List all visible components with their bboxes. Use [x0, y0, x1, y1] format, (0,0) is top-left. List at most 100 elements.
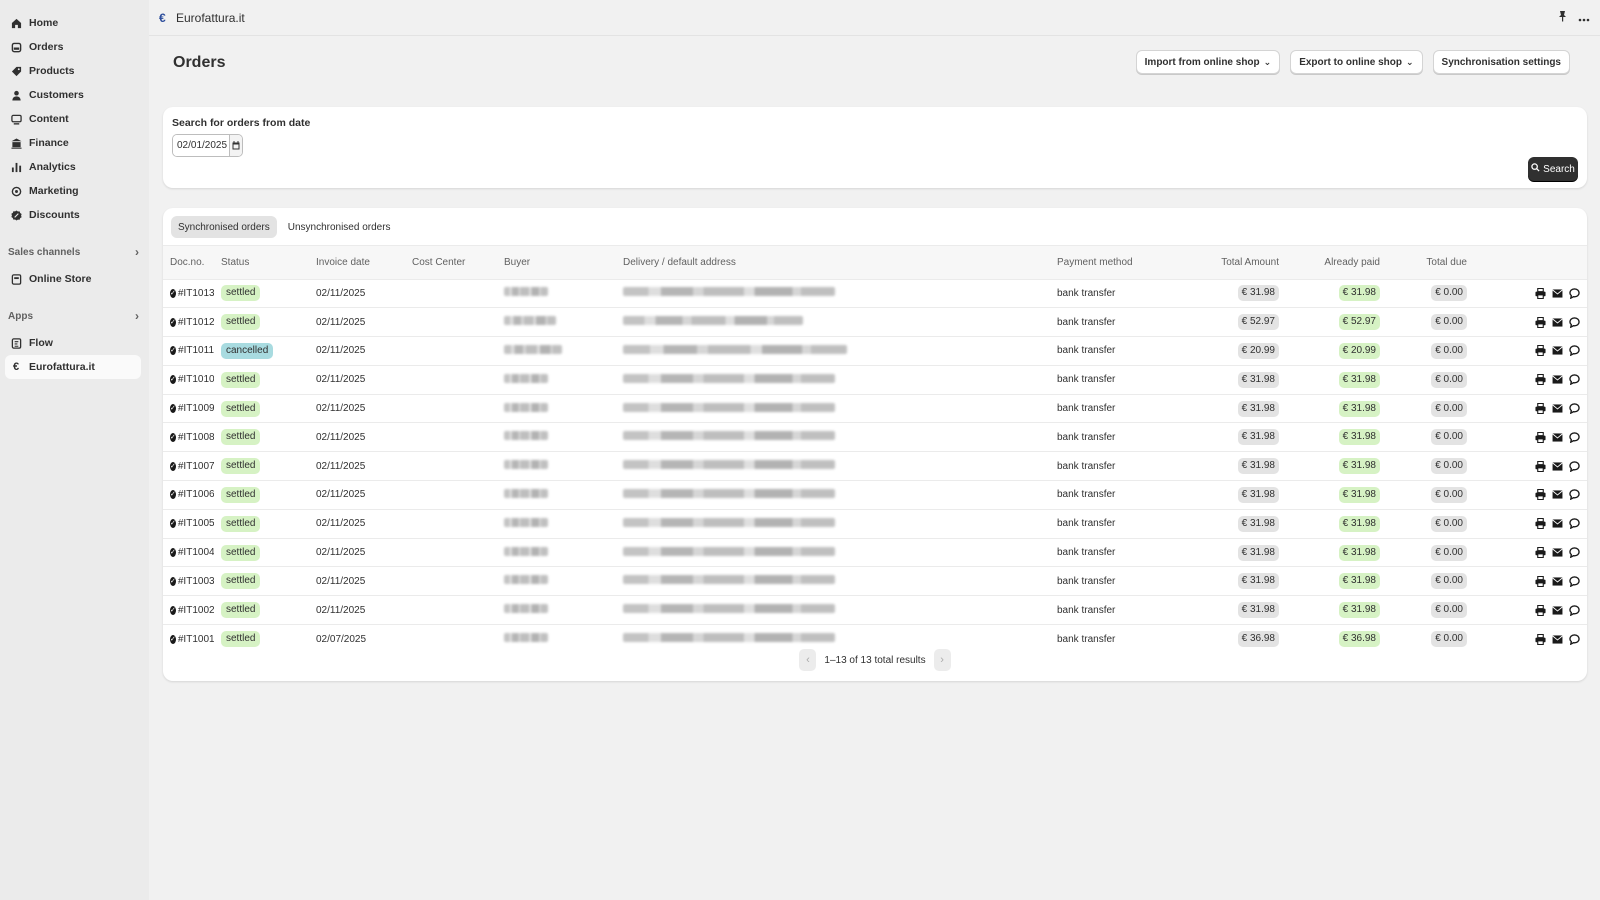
print-icon[interactable]	[1535, 547, 1546, 559]
envelope-icon[interactable]	[1552, 461, 1563, 472]
comment-icon[interactable]	[1569, 403, 1580, 415]
docno-cell[interactable]: ✓ #IT1006	[163, 480, 214, 510]
sidebar-item-marketing[interactable]: Marketing	[5, 179, 141, 203]
comment-icon[interactable]	[1569, 460, 1580, 472]
comment-icon[interactable]	[1569, 547, 1580, 559]
apps-section[interactable]: Apps ›	[8, 305, 139, 327]
sidebar-item-orders[interactable]: Orders	[5, 35, 141, 59]
print-icon[interactable]	[1535, 518, 1546, 530]
sidebar-item-eurofattura[interactable]: € Eurofattura.it	[5, 355, 141, 379]
sidebar-item-content[interactable]: Content	[5, 107, 141, 131]
pin-icon[interactable]	[1557, 10, 1568, 25]
sidebar-item-analytics[interactable]: Analytics	[5, 155, 141, 179]
docno-cell[interactable]: ✓ #IT1007	[163, 451, 214, 481]
table-row[interactable]: ✓ #IT1011 cancelled 02/11/2025 bank transfer…	[163, 336, 1587, 366]
table-row[interactable]: ✓ #IT1013 settled 02/11/2025 bank transfer € …	[163, 278, 1587, 308]
comment-icon[interactable]	[1569, 345, 1580, 357]
docno-cell[interactable]: ✓ #IT1009	[163, 393, 214, 423]
chevron-right-icon[interactable]: ›	[135, 309, 139, 323]
sidebar-item-customers[interactable]: Customers	[5, 83, 141, 107]
table-row[interactable]: ✓ #IT1004 settled 02/11/2025 bank transfer € …	[163, 537, 1587, 567]
comment-icon[interactable]	[1569, 633, 1580, 645]
app-topbar: € Eurofattura.it	[149, 0, 1600, 36]
comment-icon[interactable]	[1569, 489, 1580, 501]
pagination: ‹ 1–13 of 13 total results ›	[163, 649, 1587, 671]
more-icon[interactable]	[1578, 11, 1590, 25]
comment-icon[interactable]	[1569, 316, 1580, 328]
envelope-icon[interactable]	[1552, 288, 1563, 299]
table-row[interactable]: ✓ #IT1002 settled 02/11/2025 bank transfer € …	[163, 595, 1587, 625]
table-row[interactable]: ✓ #IT1009 settled 02/11/2025 bank transfer € …	[163, 393, 1587, 423]
sidebar-item-products[interactable]: Products	[5, 59, 141, 83]
print-icon[interactable]	[1535, 316, 1546, 328]
comment-icon[interactable]	[1569, 576, 1580, 587]
sidebar-item-home[interactable]: Home	[5, 11, 141, 35]
docno-cell[interactable]: ✓ #IT1005	[163, 508, 214, 539]
envelope-icon[interactable]	[1552, 634, 1563, 645]
comment-icon[interactable]	[1569, 374, 1580, 386]
table-row[interactable]: ✓ #IT1006 settled 02/11/2025 bank transfer € …	[163, 480, 1587, 510]
comment-icon[interactable]	[1569, 432, 1580, 443]
col-paid: Already paid	[1279, 246, 1380, 279]
table-row[interactable]: ✓ #IT1003 settled 02/11/2025 bank transfer € …	[163, 566, 1587, 596]
print-icon[interactable]	[1535, 287, 1546, 299]
envelope-icon[interactable]	[1552, 432, 1563, 443]
envelope-icon[interactable]	[1552, 317, 1563, 328]
print-icon[interactable]	[1535, 604, 1546, 616]
tab-unsynchronised[interactable]: Unsynchronised orders	[281, 216, 398, 238]
payment-cell: bank transfer	[1050, 278, 1170, 308]
sync-settings-button[interactable]: Synchronisation settings	[1432, 50, 1570, 74]
table-row[interactable]: ✓ #IT1008 settled 02/11/2025 bank transfer € …	[163, 422, 1587, 452]
calendar-icon[interactable]	[229, 135, 242, 156]
docno-cell[interactable]: ✓ #IT1002	[163, 595, 214, 625]
tab-synchronised[interactable]: Synchronised orders	[171, 216, 277, 238]
envelope-icon[interactable]	[1552, 489, 1563, 500]
comment-icon[interactable]	[1569, 288, 1580, 299]
next-page-button[interactable]: ›	[933, 649, 951, 671]
print-icon[interactable]	[1535, 460, 1546, 472]
sidebar-item-finance[interactable]: Finance	[5, 131, 141, 155]
print-icon[interactable]	[1535, 489, 1546, 501]
envelope-icon[interactable]	[1552, 605, 1563, 616]
print-icon[interactable]	[1535, 575, 1546, 587]
prev-page-button[interactable]: ‹	[799, 649, 817, 671]
docno-cell[interactable]: ✓ #IT1008	[163, 422, 214, 452]
envelope-icon[interactable]	[1552, 547, 1563, 558]
envelope-icon[interactable]	[1552, 403, 1563, 414]
print-icon[interactable]	[1535, 431, 1546, 443]
docno-cell[interactable]: ✓ #IT1012	[163, 307, 214, 337]
docno-cell[interactable]: ✓ #IT1011	[163, 336, 214, 366]
date-input[interactable]	[173, 135, 229, 156]
due-cell: € 0.00	[1380, 307, 1467, 337]
search-button[interactable]: Search	[1528, 157, 1578, 181]
sidebar-item-flow[interactable]: Flow	[5, 331, 141, 355]
print-icon[interactable]	[1535, 403, 1546, 415]
chevron-right-icon[interactable]: ›	[135, 245, 139, 259]
buyer-cell	[497, 537, 616, 567]
docno-cell[interactable]: ✓ #IT1010	[163, 364, 214, 395]
envelope-icon[interactable]	[1552, 576, 1563, 587]
print-icon[interactable]	[1535, 345, 1546, 357]
paid-amount: € 20.99	[1338, 342, 1380, 359]
print-icon[interactable]	[1535, 374, 1546, 386]
sidebar-item-discounts[interactable]: Discounts	[5, 203, 141, 227]
status-badge: settled	[221, 602, 261, 619]
docno-cell[interactable]: ✓ #IT1004	[163, 537, 214, 567]
table-row[interactable]: ✓ #IT1005 settled 02/11/2025 bank transfer € …	[163, 508, 1587, 539]
docno-cell[interactable]: ✓ #IT1013	[163, 278, 214, 308]
sales-channels-section[interactable]: Sales channels ›	[8, 241, 139, 263]
sidebar-item-online-store[interactable]: Online Store	[5, 267, 141, 291]
search-label: Search for orders from date	[172, 117, 311, 129]
table-row[interactable]: ✓ #IT1007 settled 02/11/2025 bank transfer € …	[163, 451, 1587, 481]
import-button[interactable]: Import from online shop ⌄	[1135, 50, 1281, 74]
comment-icon[interactable]	[1569, 518, 1580, 530]
envelope-icon[interactable]	[1552, 518, 1563, 529]
table-row[interactable]: ✓ #IT1010 settled 02/11/2025 bank transfer € …	[163, 364, 1587, 395]
envelope-icon[interactable]	[1552, 345, 1563, 356]
export-button[interactable]: Export to online shop ⌄	[1290, 50, 1423, 74]
print-icon[interactable]	[1535, 633, 1546, 645]
envelope-icon[interactable]	[1552, 374, 1563, 385]
docno-cell[interactable]: ✓ #IT1003	[163, 566, 214, 596]
table-row[interactable]: ✓ #IT1012 settled 02/11/2025 bank transfer € …	[163, 307, 1587, 337]
comment-icon[interactable]	[1569, 604, 1580, 616]
